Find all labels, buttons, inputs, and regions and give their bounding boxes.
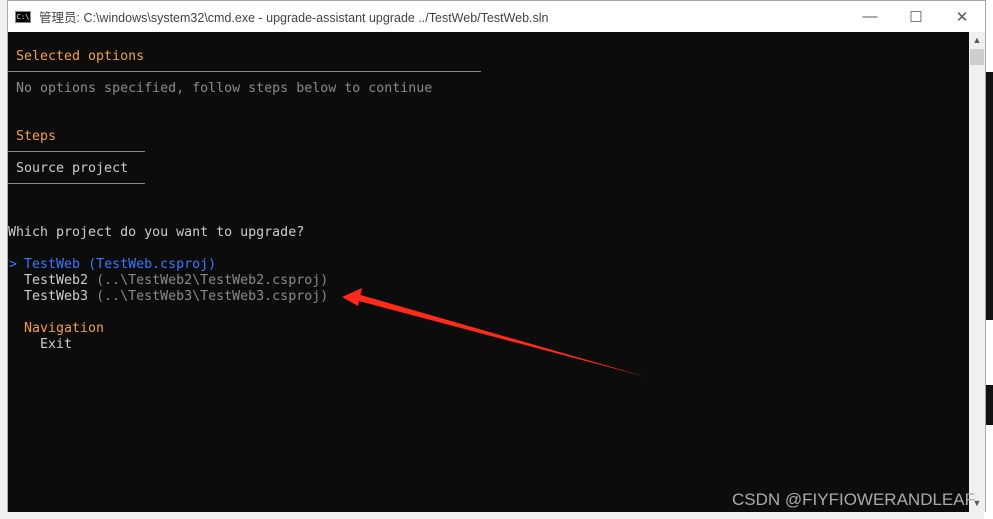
- scroll-thumb[interactable]: [970, 49, 984, 65]
- divider: [8, 151, 145, 152]
- step-source-project: Source project: [16, 161, 129, 176]
- close-button[interactable]: ✕: [939, 1, 985, 32]
- cmd-window: C:\ 管理员: C:\windows\system32\cmd.exe - u…: [7, 0, 986, 512]
- project-path: (..\TestWeb2\TestWeb2.csproj): [96, 273, 329, 288]
- scrollbar[interactable]: ▲ ▼: [969, 32, 985, 512]
- question-text: Which project do you want to upgrade?: [8, 225, 305, 240]
- project-option-testweb2[interactable]: TestWeb2 (..\TestWeb2\TestWeb2.csproj): [24, 273, 328, 289]
- project-option-testweb3[interactable]: TestWeb3 (..\TestWeb3\TestWeb3.csproj): [24, 289, 328, 305]
- minimize-button[interactable]: —: [847, 1, 893, 32]
- selected-options-header: Selected options: [16, 49, 145, 64]
- project-path: (..\TestWeb3\TestWeb3.csproj): [96, 289, 329, 304]
- title-bar[interactable]: C:\ 管理员: C:\windows\system32\cmd.exe - u…: [8, 1, 985, 32]
- cmd-icon: C:\: [15, 10, 31, 23]
- project-path: (TestWeb.csproj): [88, 257, 217, 272]
- project-name: TestWeb3: [24, 289, 89, 304]
- scroll-up-icon[interactable]: ▲: [969, 35, 985, 45]
- project-name: TestWeb2: [24, 273, 89, 288]
- selection-cursor: >: [9, 257, 18, 272]
- divider: [8, 183, 145, 184]
- navigation-header: Navigation: [24, 321, 105, 336]
- selected-options-text: No options specified, follow steps below…: [16, 81, 433, 96]
- console-output[interactable]: Selected options No options specified, f…: [8, 32, 969, 512]
- divider: [8, 71, 481, 72]
- watermark: CSDN @FIYFIOWERANDLEAF: [732, 490, 975, 509]
- nav-exit[interactable]: Exit: [40, 337, 72, 353]
- project-name: TestWeb: [24, 257, 81, 272]
- steps-header: Steps: [16, 129, 57, 144]
- maximize-button[interactable]: ☐: [893, 1, 939, 32]
- project-option-testweb[interactable]: TestWeb (TestWeb.csproj): [24, 257, 216, 273]
- window-title: 管理员: C:\windows\system32\cmd.exe - upgra…: [39, 11, 549, 25]
